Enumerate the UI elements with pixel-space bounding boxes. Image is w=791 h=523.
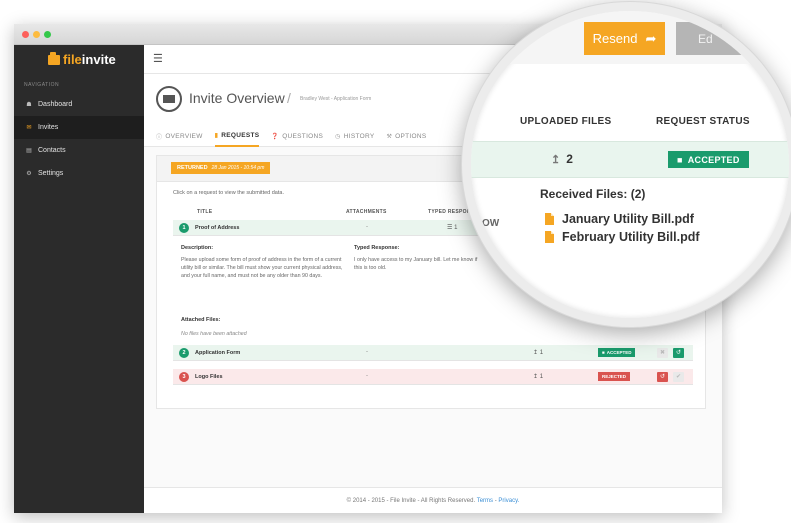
tab-overview[interactable]: ⓘ OVERVIEW <box>156 124 203 147</box>
reject-button[interactable]: ✖ <box>657 348 668 358</box>
invite-envelope-icon <box>156 86 182 112</box>
description-label: Description: <box>181 245 214 251</box>
magnified-table-row[interactable]: ↥ 2 ■ ACCEPTED <box>471 141 789 178</box>
tab-requests[interactable]: ▮ REQUESTS <box>214 124 260 147</box>
sidebar-item-contacts[interactable]: ▤ Contacts <box>14 139 144 162</box>
sidebar-item-settings[interactable]: ⚙ Settings <box>14 162 144 185</box>
row-number: 1 <box>179 223 189 233</box>
column-header-title: TITLE <box>197 209 213 215</box>
privacy-link[interactable]: Privacy. <box>498 498 519 504</box>
uploaded-count: ↥ 1 <box>533 350 544 356</box>
upload-icon: ↥ <box>533 350 539 356</box>
status-badge: REJECTED <box>598 372 631 381</box>
page-title: Invite Overview <box>189 90 285 106</box>
sidebar-item-label: Settings <box>38 170 64 177</box>
attached-files-label: Attached Files: <box>181 317 221 323</box>
status-badge: ■ ACCEPTED <box>598 348 636 357</box>
terms-link[interactable]: Terms <box>477 498 493 504</box>
accept-button[interactable]: ✔ <box>673 372 684 382</box>
attachments-count: - <box>366 224 368 230</box>
document-icon: ▮ <box>214 133 219 139</box>
sidebar: fileinvite NAVIGATION ☗ Dashboard ✉ Invi… <box>14 45 144 513</box>
uploaded-count: ↥ 2 <box>551 152 573 166</box>
column-header-uploaded-files: UPLOADED FILES <box>520 116 612 127</box>
info-icon: ⓘ <box>156 135 163 141</box>
typed-response-icon: ☰ <box>447 225 453 231</box>
row-number: 3 <box>179 372 189 382</box>
file-icon <box>545 231 554 243</box>
nav-caption: NAVIGATION <box>24 82 60 88</box>
upload-icon: ↥ <box>551 153 561 166</box>
hamburger-menu-icon[interactable]: ☰ <box>153 54 163 65</box>
edit-button[interactable]: Ed <box>676 22 766 55</box>
magnified-toolbar: Resend ➦ Ed <box>471 11 789 64</box>
attachments-count: - <box>366 373 368 379</box>
file-icon <box>545 213 554 225</box>
tab-options[interactable]: ⚒ OPTIONS <box>386 124 426 147</box>
tab-questions[interactable]: ❓ QUESTIONS <box>271 124 323 147</box>
close-window-button[interactable] <box>22 31 29 38</box>
breadcrumb-separator: / <box>287 90 291 106</box>
sidebar-item-label: Dashboard <box>38 101 73 108</box>
sidebar-nav: ☗ Dashboard ✉ Invites ▤ Contacts ⚙ Setti… <box>14 93 144 185</box>
uploaded-count: ↥ 1 <box>533 374 544 380</box>
sidebar-item-label: Invites <box>38 124 59 131</box>
home-icon: ☗ <box>26 102 32 108</box>
question-icon: ❓ <box>271 134 280 140</box>
sidebar-item-dashboard[interactable]: ☗ Dashboard <box>14 93 144 116</box>
envelope-icon: ✉ <box>26 125 32 131</box>
attachments-count: - <box>366 349 368 355</box>
undo-button[interactable]: ↺ <box>673 348 684 358</box>
logo-text: fileinvite <box>63 52 116 67</box>
lock-icon: ■ <box>602 350 605 355</box>
wrench-icon: ⚒ <box>386 134 393 140</box>
typed-response-text: I only have access to my January bill. L… <box>354 257 478 271</box>
minimize-window-button[interactable] <box>33 31 40 38</box>
received-files-label: Received Files: (2) <box>540 187 646 201</box>
clock-icon: ◷ <box>335 134 341 140</box>
contacts-icon: ▤ <box>26 148 32 154</box>
resend-button[interactable]: Resend ➦ <box>584 22 665 55</box>
typed-response-label: Typed Response: <box>354 245 400 251</box>
sidebar-item-invites[interactable]: ✉ Invites <box>14 116 144 139</box>
table-row[interactable]: 3 Logo Files - ↥ 1 REJECTED ↺ ✔ <box>173 369 693 385</box>
file-link-february[interactable]: February Utility Bill.pdf <box>545 230 700 244</box>
footer: © 2014 - 2015 - File Invite - All Rights… <box>144 487 722 513</box>
logo[interactable]: fileinvite <box>48 51 116 67</box>
lock-icon: ■ <box>677 154 683 165</box>
row-number: 2 <box>179 348 189 358</box>
typed-response-count: ☰ 1 <box>447 225 458 231</box>
breadcrumb: Bradley West - Application Form <box>300 96 372 102</box>
column-header-request-status: REQUEST STATUS <box>656 116 750 127</box>
no-attachments-text: No files have been attached <box>181 331 247 337</box>
upload-icon: ↥ <box>533 374 539 380</box>
share-arrow-icon: ➦ <box>645 30 657 46</box>
status-badge: ■ ACCEPTED <box>668 151 749 168</box>
status-badge: RETURNED 28 Jan 2015 - 10:54 pm <box>171 162 271 174</box>
description-text: Please upload some form of proof of addr… <box>181 257 343 279</box>
partial-column-text: OW <box>482 218 500 229</box>
status-date: 28 Jan 2015 - 10:54 pm <box>211 165 265 171</box>
request-title: Logo Files <box>195 374 223 380</box>
tab-history[interactable]: ◷ HISTORY <box>335 124 374 147</box>
request-title: Application Form <box>195 350 241 356</box>
folder-logo-icon <box>48 51 60 65</box>
file-link-january[interactable]: January Utility Bill.pdf <box>545 212 694 226</box>
tab-bar: ⓘ OVERVIEW ▮ REQUESTS ❓ QUESTIONS ◷ HISTORY … <box>156 124 427 147</box>
maximize-window-button[interactable] <box>44 31 51 38</box>
request-title: Proof of Address <box>195 225 240 231</box>
requests-hint: Click on a request to view the submitted… <box>173 190 284 196</box>
table-row[interactable]: 2 Application Form - ↥ 1 ■ ACCEPTED ✖ ↺ <box>173 345 693 361</box>
column-header-attachments: ATTACHMENTS <box>346 209 387 215</box>
gear-icon: ⚙ <box>26 171 32 177</box>
magnifier-lens: Resend ➦ Ed UPLOADED FILES REQUEST STATU… <box>462 2 791 327</box>
sidebar-item-label: Contacts <box>38 147 66 154</box>
undo-button[interactable]: ↺ <box>657 372 668 382</box>
